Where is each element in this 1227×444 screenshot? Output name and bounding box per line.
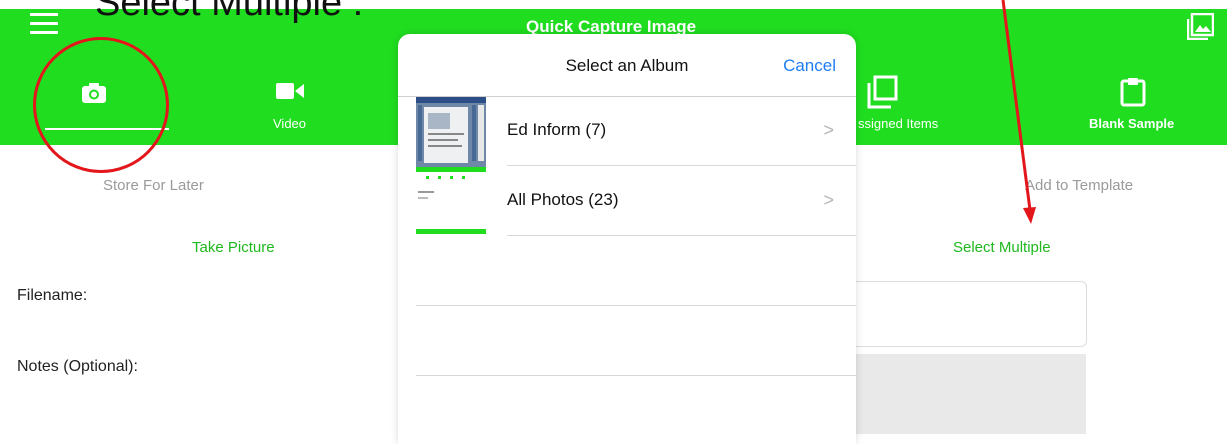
chevron-right-icon: > (823, 120, 834, 140)
row-divider (507, 235, 856, 236)
album-thumbnail (416, 97, 486, 167)
store-for-later-option[interactable]: Store For Later (103, 177, 204, 194)
cancel-button[interactable]: Cancel (783, 56, 836, 76)
empty-row-divider (416, 375, 856, 376)
album-picker-modal: Select an Album Cancel Ed Inform (7) > A… (398, 34, 856, 444)
hamburger-icon[interactable] (30, 13, 58, 35)
chevron-right-icon: > (823, 190, 834, 210)
album-row-all-photos[interactable]: All Photos (23) > (398, 167, 856, 237)
clipboard-icon (1120, 78, 1146, 107)
notes-field[interactable] (850, 354, 1086, 434)
gallery-icon[interactable] (1187, 13, 1214, 40)
tab-assigned-items-label: ssigned Items (858, 116, 939, 131)
take-picture-button[interactable]: Take Picture (192, 239, 275, 256)
filename-field[interactable] (850, 281, 1087, 347)
add-to-template-option[interactable]: Add to Template (1025, 177, 1133, 194)
filename-label: Filename: (17, 287, 88, 304)
annotation-circle (33, 37, 169, 173)
tab-video[interactable]: Video (240, 70, 350, 132)
album-row-ed-inform[interactable]: Ed Inform (7) > (398, 97, 856, 167)
annotation-headline: Select Multiple : (95, 0, 364, 24)
album-label: Ed Inform (7) (507, 120, 607, 139)
select-multiple-button[interactable]: Select Multiple (953, 239, 1051, 256)
album-thumbnail (416, 167, 486, 237)
tab-blank-sample-label: Blank Sample (1089, 116, 1175, 131)
notes-label: Notes (Optional): (17, 358, 138, 375)
video-icon (276, 83, 304, 99)
assigned-items-icon (867, 75, 898, 109)
album-label: All Photos (23) (507, 190, 619, 209)
tab-blank-sample[interactable]: Blank Sample (1085, 70, 1205, 132)
row-divider (507, 165, 856, 166)
tab-assigned-items[interactable]: ssigned Items (856, 70, 966, 132)
empty-row-divider (416, 305, 856, 306)
tab-video-label: Video (273, 116, 307, 131)
